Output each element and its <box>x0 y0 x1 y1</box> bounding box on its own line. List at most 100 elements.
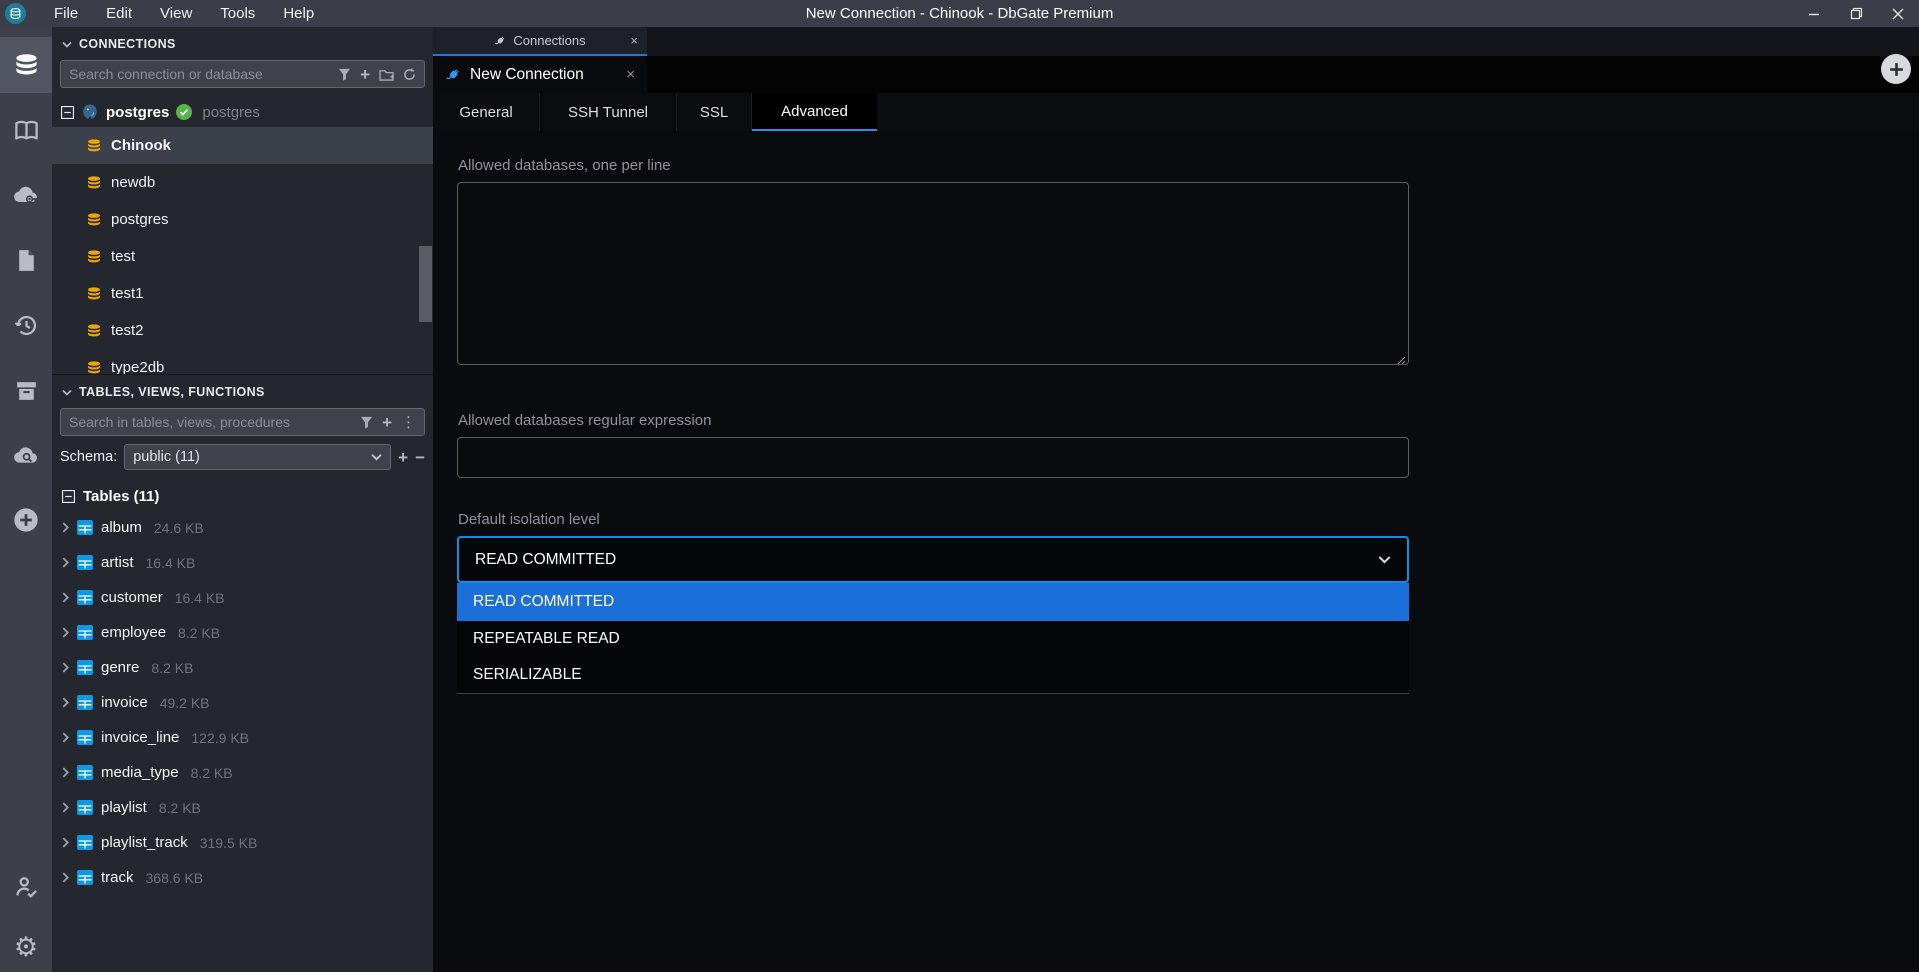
rail-add-connection-button[interactable] <box>0 492 52 548</box>
table-row[interactable]: customer 16.4 KB <box>52 580 433 615</box>
remove-schema-icon[interactable]: − <box>415 449 425 466</box>
regex-label: Allowed databases regular expression <box>458 412 1919 429</box>
regex-input[interactable] <box>457 437 1409 478</box>
tab-group-connections[interactable]: Connections × <box>433 27 647 56</box>
filter-icon[interactable] <box>360 416 373 429</box>
menu-edit[interactable]: Edit <box>92 0 146 27</box>
rail-archive-button[interactable] <box>0 362 52 418</box>
table-size: 8.2 KB <box>191 765 233 781</box>
chevron-down-icon <box>1378 555 1391 564</box>
connections-scrollbar[interactable] <box>419 246 432 322</box>
chevron-down-icon[interactable] <box>62 41 72 48</box>
resize-grip-icon[interactable] <box>1397 356 1406 365</box>
tables-search-input[interactable] <box>69 414 351 430</box>
tab-ssl[interactable]: SSL <box>677 93 752 131</box>
table-row[interactable]: genre 8.2 KB <box>52 650 433 685</box>
database-row[interactable]: type2db <box>52 349 433 375</box>
tables-group-row[interactable]: Tables (11) <box>52 482 433 510</box>
allowed-databases-textarea[interactable] <box>457 182 1409 365</box>
rail-docs-button[interactable] <box>0 102 52 158</box>
collapse-box-icon[interactable] <box>61 106 74 119</box>
table-name: album <box>101 519 142 536</box>
tables-section: TABLES, VIEWS, FUNCTIONS + ⋮ Schema: pub… <box>52 375 433 972</box>
chevron-right-icon[interactable] <box>62 557 69 568</box>
chevron-right-icon[interactable] <box>62 837 69 848</box>
chevron-right-icon[interactable] <box>62 522 69 533</box>
add-schema-icon[interactable]: + <box>398 449 408 466</box>
tab-ssh-tunnel[interactable]: SSH Tunnel <box>540 93 677 131</box>
chevron-right-icon[interactable] <box>62 662 69 673</box>
database-row[interactable]: test2 <box>52 312 433 349</box>
table-name: playlist_track <box>101 834 188 851</box>
schema-select[interactable]: public (11) <box>124 444 391 470</box>
table-row[interactable]: invoice 49.2 KB <box>52 685 433 720</box>
add-icon[interactable]: + <box>382 414 392 431</box>
table-row[interactable]: track 368.6 KB <box>52 860 433 895</box>
database-row[interactable]: test <box>52 238 433 275</box>
rail-cloud-search-button[interactable] <box>0 427 52 483</box>
table-row[interactable]: album 24.6 KB <box>52 510 433 545</box>
chevron-down-icon[interactable] <box>62 389 72 396</box>
filter-icon[interactable] <box>338 68 351 81</box>
table-size: 319.5 KB <box>200 835 258 851</box>
chevron-right-icon[interactable] <box>62 732 69 743</box>
database-row[interactable]: Chinook <box>52 127 433 164</box>
table-row[interactable]: invoice_line 122.9 KB <box>52 720 433 755</box>
chevron-right-icon[interactable] <box>62 697 69 708</box>
connections-search-input[interactable] <box>69 66 329 82</box>
chevron-right-icon[interactable] <box>62 592 69 603</box>
collapse-box-icon[interactable] <box>62 490 75 503</box>
isolation-value: READ COMMITTED <box>475 551 616 569</box>
chevron-right-icon[interactable] <box>62 872 69 883</box>
connection-name: postgres <box>106 104 169 121</box>
option-read-committed[interactable]: READ COMMITTED <box>457 583 1409 621</box>
minimize-button[interactable] <box>1793 0 1835 27</box>
table-name: invoice <box>101 694 148 711</box>
option-serializable[interactable]: SERIALIZABLE <box>457 657 1409 693</box>
allowed-databases-label: Allowed databases, one per line <box>458 157 1919 174</box>
new-folder-icon[interactable] <box>379 68 394 81</box>
tab-advanced[interactable]: Advanced <box>752 93 877 131</box>
rail-account-button[interactable] <box>0 859 52 915</box>
table-row[interactable]: employee 8.2 KB <box>52 615 433 650</box>
kebab-menu-icon[interactable]: ⋮ <box>401 415 416 430</box>
rail-history-button[interactable] <box>0 297 52 353</box>
table-name: media_type <box>101 764 179 781</box>
tab-new-connection[interactable]: New Connection × <box>433 56 647 93</box>
connection-row[interactable]: postgres postgres <box>52 97 433 127</box>
chevron-right-icon[interactable] <box>62 802 69 813</box>
database-row[interactable]: test1 <box>52 275 433 312</box>
database-row[interactable]: postgres <box>52 201 433 238</box>
database-name: newdb <box>111 174 155 191</box>
close-icon[interactable]: × <box>630 33 638 48</box>
table-icon <box>77 870 93 885</box>
menu-tools[interactable]: Tools <box>206 0 269 27</box>
option-repeatable-read[interactable]: REPEATABLE READ <box>457 621 1409 657</box>
menu-help[interactable]: Help <box>269 0 328 27</box>
close-window-button[interactable] <box>1877 0 1919 27</box>
table-name: genre <box>101 659 139 676</box>
refresh-icon[interactable] <box>403 68 416 81</box>
chevron-right-icon[interactable] <box>62 627 69 638</box>
close-icon[interactable]: × <box>626 66 635 83</box>
table-row[interactable]: playlist_track 319.5 KB <box>52 825 433 860</box>
rail-database-button[interactable] <box>0 37 52 93</box>
menu-file[interactable]: File <box>40 0 92 27</box>
tab-general[interactable]: General <box>433 93 540 131</box>
add-tab-fab-button[interactable] <box>1881 54 1911 84</box>
rail-files-button[interactable] <box>0 232 52 288</box>
table-icon <box>77 520 93 535</box>
menu-view[interactable]: View <box>146 0 206 27</box>
table-row[interactable]: media_type 8.2 KB <box>52 755 433 790</box>
chevron-right-icon[interactable] <box>62 767 69 778</box>
add-connection-icon[interactable]: + <box>360 66 370 83</box>
table-row[interactable]: playlist 8.2 KB <box>52 790 433 825</box>
restore-button[interactable] <box>1835 0 1877 27</box>
database-row[interactable]: newdb <box>52 164 433 201</box>
table-row[interactable]: artist 16.4 KB <box>52 545 433 580</box>
isolation-select[interactable]: READ COMMITTED <box>457 536 1409 583</box>
plus-icon <box>1889 62 1904 77</box>
archive-icon <box>14 378 39 403</box>
rail-settings-button[interactable]: ⚙ <box>0 919 52 972</box>
rail-cloud-connections-button[interactable] <box>0 167 52 223</box>
